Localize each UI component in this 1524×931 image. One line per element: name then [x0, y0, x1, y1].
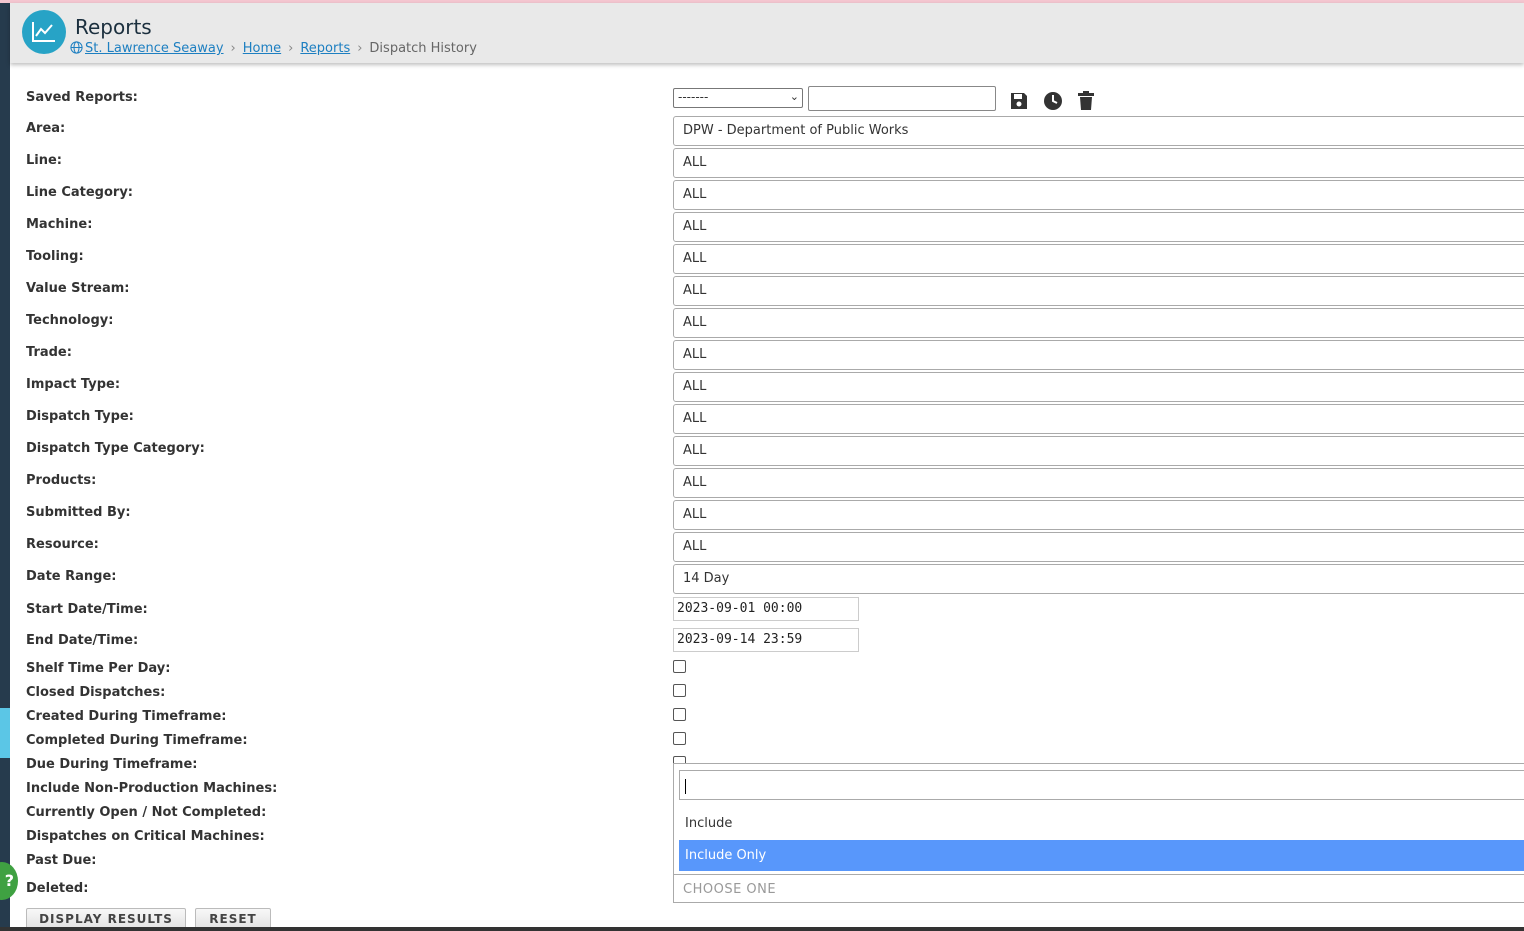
help-icon[interactable]: ?	[0, 862, 18, 900]
past-due-label: Past Due:	[26, 853, 97, 868]
date-range-select[interactable]: 14 Day	[673, 564, 1524, 594]
closed-dispatches-checkbox[interactable]	[673, 684, 686, 697]
dropdown-option-include[interactable]: Include	[679, 808, 1524, 839]
shelf-time-checkbox[interactable]	[673, 660, 686, 673]
due-during-label: Due During Timeframe:	[26, 757, 198, 772]
line-category-select[interactable]: ALL	[673, 180, 1524, 210]
page-title: Reports	[75, 15, 152, 39]
machine-label: Machine:	[26, 217, 93, 232]
non-production-label: Include Non-Production Machines:	[26, 781, 278, 796]
saved-reports-select[interactable]: ------- ⌄	[673, 88, 803, 108]
resource-label: Resource:	[26, 537, 99, 552]
dropdown-search-input[interactable]	[679, 770, 1524, 800]
line-label: Line:	[26, 153, 63, 168]
submitted-by-select[interactable]: ALL	[673, 500, 1524, 530]
dispatch-type-select[interactable]: ALL	[673, 404, 1524, 434]
page-header: Reports St. Lawrence Seaway › Home › Reports…	[10, 3, 1524, 63]
trade-label: Trade:	[26, 345, 72, 360]
trade-select[interactable]: ALL	[673, 340, 1524, 370]
submitted-by-label: Submitted By:	[26, 505, 131, 520]
line-chart-icon	[32, 22, 55, 42]
end-datetime-label: End Date/Time:	[26, 633, 139, 648]
saved-reports-label: Saved Reports:	[26, 90, 138, 105]
text-cursor	[685, 779, 686, 794]
area-label: Area:	[26, 121, 66, 136]
line-category-label: Line Category:	[26, 185, 134, 200]
products-label: Products:	[26, 473, 97, 488]
tooling-label: Tooling:	[26, 249, 84, 264]
dispatch-type-label: Dispatch Type:	[26, 409, 134, 424]
left-sidebar	[0, 3, 10, 928]
trash-icon[interactable]	[1076, 91, 1096, 111]
deleted-dropdown[interactable]: Include Include Only CHOOSE ONE	[673, 763, 1524, 903]
tooling-select[interactable]: ALL	[673, 244, 1524, 274]
impact-type-label: Impact Type:	[26, 377, 121, 392]
dropdown-selected-value[interactable]: CHOOSE ONE	[683, 882, 776, 897]
breadcrumb-site-link[interactable]: St. Lawrence Seaway	[85, 41, 224, 56]
clock-icon[interactable]	[1043, 91, 1063, 111]
products-select[interactable]: ALL	[673, 468, 1524, 498]
sidebar-active-indicator[interactable]	[0, 708, 10, 758]
end-datetime-input[interactable]: 2023-09-14 23:59	[673, 628, 859, 652]
currently-open-label: Currently Open / Not Completed:	[26, 805, 267, 820]
save-icon[interactable]	[1009, 91, 1029, 111]
impact-type-select[interactable]: ALL	[673, 372, 1524, 402]
date-range-label: Date Range:	[26, 569, 117, 584]
breadcrumb-home-link[interactable]: Home	[243, 41, 281, 56]
saved-reports-selected: -------	[678, 90, 709, 104]
line-select[interactable]: ALL	[673, 148, 1524, 178]
dropdown-divider	[674, 874, 1524, 875]
completed-during-checkbox[interactable]	[673, 732, 686, 745]
area-select[interactable]: DPW - Department of Public Works	[673, 116, 1524, 146]
dispatch-type-category-label: Dispatch Type Category:	[26, 441, 205, 456]
start-datetime-input[interactable]: 2023-09-01 00:00	[673, 597, 859, 621]
closed-dispatches-label: Closed Dispatches:	[26, 685, 166, 700]
breadcrumb-separator-icon: ›	[230, 41, 236, 56]
critical-machines-label: Dispatches on Critical Machines:	[26, 829, 265, 844]
breadcrumb-separator-icon: ›	[288, 41, 294, 56]
breadcrumb-current: Dispatch History	[369, 41, 477, 56]
created-during-checkbox[interactable]	[673, 708, 686, 721]
chevron-down-icon: ⌄	[789, 90, 799, 103]
breadcrumb-separator-icon: ›	[357, 41, 363, 56]
technology-label: Technology:	[26, 313, 114, 328]
deleted-label: Deleted:	[26, 881, 89, 896]
value-stream-label: Value Stream:	[26, 281, 130, 296]
dispatch-type-category-select[interactable]: ALL	[673, 436, 1524, 466]
machine-select[interactable]: ALL	[673, 212, 1524, 242]
breadcrumb: St. Lawrence Seaway › Home › Reports › Dispatc…	[70, 41, 477, 56]
shelf-time-label: Shelf Time Per Day:	[26, 661, 171, 676]
created-during-label: Created During Timeframe:	[26, 709, 227, 724]
resource-select[interactable]: ALL	[673, 532, 1524, 562]
dropdown-option-include-only[interactable]: Include Only	[679, 840, 1524, 871]
value-stream-select[interactable]: ALL	[673, 276, 1524, 306]
bottom-border	[0, 927, 1524, 931]
technology-select[interactable]: ALL	[673, 308, 1524, 338]
saved-report-name-input[interactable]	[808, 86, 996, 111]
reports-logo[interactable]	[22, 10, 66, 54]
globe-icon	[70, 41, 83, 54]
start-datetime-label: Start Date/Time:	[26, 602, 148, 617]
breadcrumb-reports-link[interactable]: Reports	[300, 41, 350, 56]
completed-during-label: Completed During Timeframe:	[26, 733, 248, 748]
